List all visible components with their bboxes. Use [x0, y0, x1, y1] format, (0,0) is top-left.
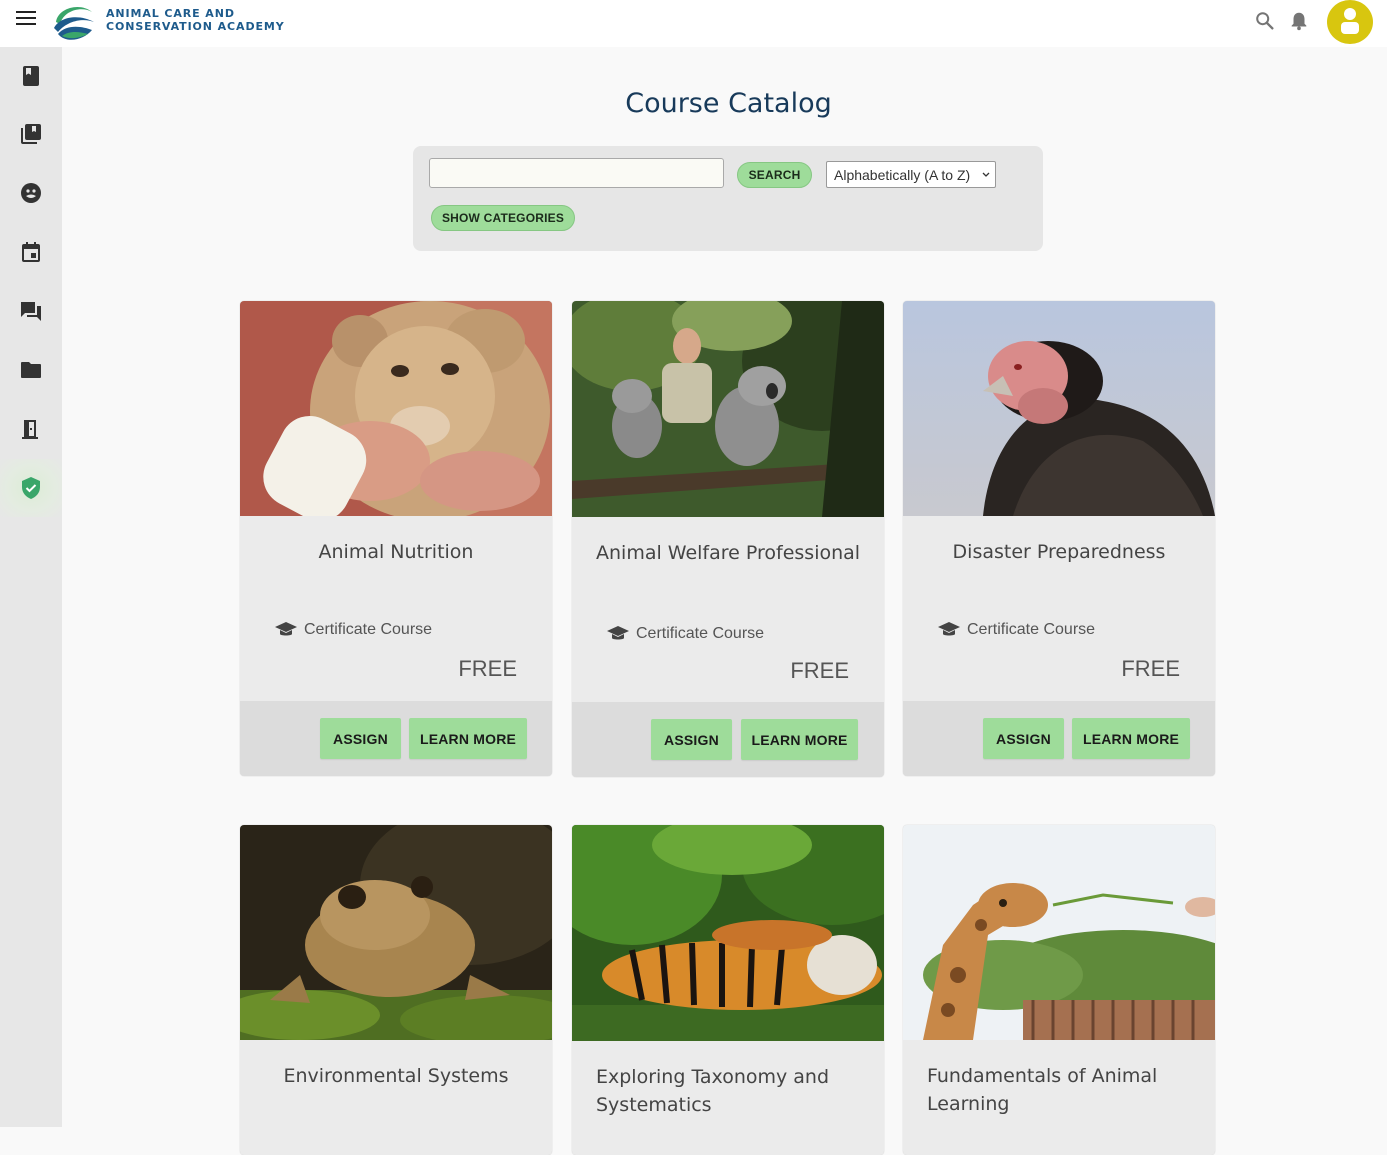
card-actions: ASSIGN LEARN MORE [240, 701, 552, 776]
course-type-label: Certificate Course [304, 621, 433, 638]
sidebar-item-verified[interactable] [0, 459, 62, 517]
chevron-down-icon [982, 172, 990, 177]
course-title: Exploring Taxonomy and Systematics [596, 1066, 830, 1116]
graduation-cap-icon [938, 622, 960, 636]
course-card: Exploring Taxonomy and Systematics [572, 825, 884, 1155]
course-card: Animal Welfare Professional Certificate … [572, 301, 884, 777]
course-image-koalas[interactable] [572, 301, 884, 517]
sort-select-value: Alphabetically (A to Z) [834, 166, 971, 183]
course-type-label: Certificate Course [636, 625, 765, 642]
sidebar-item-forum[interactable] [0, 282, 62, 340]
assign-button[interactable]: ASSIGN [320, 718, 401, 759]
course-card: Disaster Preparedness Certificate Course… [903, 301, 1215, 776]
logo-text: ANIMAL CARE AND CONSERVATION ACADEMY [106, 7, 285, 33]
course-title: Environmental Systems [283, 1065, 509, 1087]
book-icon [23, 66, 39, 86]
course-type-label: Certificate Course [967, 621, 1096, 638]
search-input[interactable] [429, 158, 724, 188]
course-image-condor[interactable] [903, 301, 1215, 516]
course-price: FREE [790, 658, 849, 683]
filter-panel: SEARCH Alphabetically (A to Z) SHOW CATE… [413, 146, 1043, 251]
logo-globe-icon [53, 4, 94, 44]
course-type: Certificate Course [607, 625, 764, 643]
learn-more-button[interactable]: LEARN MORE [409, 718, 527, 759]
sort-select[interactable]: Alphabetically (A to Z) [826, 161, 996, 188]
course-price: FREE [1121, 656, 1180, 681]
course-image-frog[interactable] [240, 825, 552, 1040]
academy-logo[interactable]: ANIMAL CARE AND CONSERVATION ACADEMY [50, 0, 290, 45]
search-icon[interactable] [1254, 10, 1276, 32]
page-title: Course Catalog [625, 88, 832, 119]
menu-icon[interactable] [16, 11, 36, 27]
library-icon [21, 124, 41, 144]
card-actions: ASSIGN LEARN MORE [903, 701, 1215, 776]
graduation-cap-icon [607, 626, 629, 640]
course-image-tiger[interactable] [572, 825, 884, 1041]
sidebar-item-folder[interactable] [0, 341, 62, 399]
course-title: Animal Nutrition [318, 541, 474, 563]
sidebar-nav [0, 47, 62, 1127]
course-card: Fundamentals of Animal Learning [903, 825, 1215, 1155]
face-icon [21, 183, 41, 203]
course-card: Animal Nutrition Certificate Course FREE… [240, 301, 552, 776]
show-categories-button[interactable]: SHOW CATEGORIES [431, 205, 575, 231]
course-image-lion-cub[interactable] [240, 301, 552, 516]
sidebar-item-exit[interactable] [0, 400, 62, 458]
top-app-bar: ANIMAL CARE AND CONSERVATION ACADEMY [0, 0, 1387, 47]
learn-more-button[interactable]: LEARN MORE [1072, 718, 1190, 759]
course-type: Certificate Course [275, 621, 432, 639]
sidebar-item-calendar[interactable] [0, 223, 62, 281]
assign-button[interactable]: ASSIGN [651, 719, 732, 760]
exit-door-icon [22, 420, 38, 439]
course-price: FREE [458, 656, 517, 681]
card-actions: ASSIGN LEARN MORE [572, 702, 884, 777]
person-icon [1341, 8, 1359, 34]
course-type: Certificate Course [938, 621, 1095, 639]
calendar-icon [22, 242, 40, 262]
course-card: Environmental Systems [240, 825, 552, 1155]
course-title: Disaster Preparedness [952, 541, 1166, 563]
assign-button[interactable]: ASSIGN [983, 718, 1064, 759]
sidebar-item-face[interactable] [0, 164, 62, 222]
folder-icon [21, 362, 41, 378]
user-avatar[interactable] [1327, 0, 1373, 44]
course-image-giraffe[interactable] [903, 825, 1215, 1040]
course-title: Animal Welfare Professional [596, 542, 861, 564]
course-title: Fundamentals of Animal Learning [927, 1065, 1158, 1115]
logo-line-1: ANIMAL CARE AND [106, 7, 235, 20]
learn-more-button[interactable]: LEARN MORE [741, 719, 858, 760]
graduation-cap-icon [275, 622, 297, 636]
notification-bell-icon[interactable] [1288, 10, 1310, 32]
logo-line-2: CONSERVATION ACADEMY [106, 20, 285, 33]
verified-shield-icon [22, 477, 40, 499]
search-button[interactable]: SEARCH [737, 162, 812, 188]
forum-icon [21, 302, 41, 321]
